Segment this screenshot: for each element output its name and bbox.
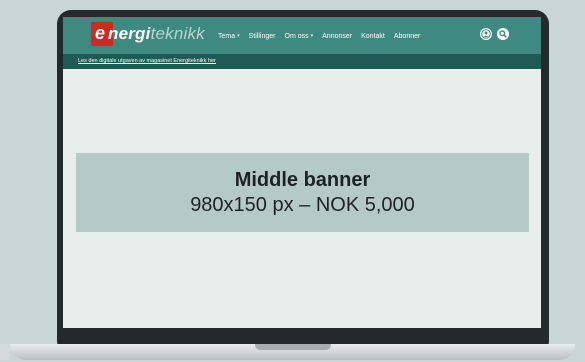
chevron-down-icon: ▾ — [310, 33, 314, 39]
nav-item-label: Annonser — [322, 32, 353, 40]
nav-item-label: Stillinger — [248, 32, 276, 40]
nav-item-label: Om oss — [284, 32, 309, 40]
site-navbar: e nergiteknikk Tema ▾ Stillinger Om oss … — [63, 17, 541, 54]
nav-item-annonser[interactable]: Annonser — [322, 33, 352, 40]
laptop-notch — [255, 344, 331, 350]
digital-edition-link[interactable]: Les den digitale utgaven av magasinet En… — [78, 58, 216, 64]
user-icon[interactable] — [480, 28, 492, 40]
nav-item-om-oss[interactable]: Om oss ▾ — [285, 33, 314, 40]
logo-wordmark-light: teknikk — [150, 24, 205, 43]
logo-wordmark: nergiteknikk — [108, 24, 205, 44]
nav-item-abonner[interactable]: Abonner — [394, 33, 420, 40]
nav-item-label: Kontakt — [361, 32, 385, 40]
middle-banner-ad[interactable]: Middle banner 980x150 px – NOK 5,000 — [76, 153, 529, 232]
nav-item-stillinger[interactable]: Stillinger — [249, 33, 276, 40]
banner-title: Middle banner — [234, 168, 371, 191]
nav-item-label: Tema — [218, 32, 236, 40]
chevron-down-icon: ▾ — [237, 33, 240, 39]
logo-letter: e — [95, 23, 106, 43]
nav-item-label: Abonner — [393, 32, 421, 40]
nav-item-tema[interactable]: Tema ▾ — [218, 33, 240, 40]
nav-item-kontakt[interactable]: Kontakt — [361, 33, 385, 40]
screen-bottom-bezel — [63, 328, 541, 340]
laptop-screen: e nergiteknikk Tema ▾ Stillinger Om oss … — [63, 17, 541, 337]
laptop-base-edge — [0, 344, 10, 360]
logo-wordmark-bold: nergi — [108, 24, 151, 43]
banner-subtitle: 980x150 px – NOK 5,000 — [190, 193, 415, 216]
main-nav: Tema ▾ Stillinger Om oss ▾ Annonser Kont… — [218, 30, 420, 42]
digital-edition-bar: Les den digitale utgaven av magasinet En… — [63, 54, 541, 69]
search-icon[interactable] — [497, 28, 509, 40]
